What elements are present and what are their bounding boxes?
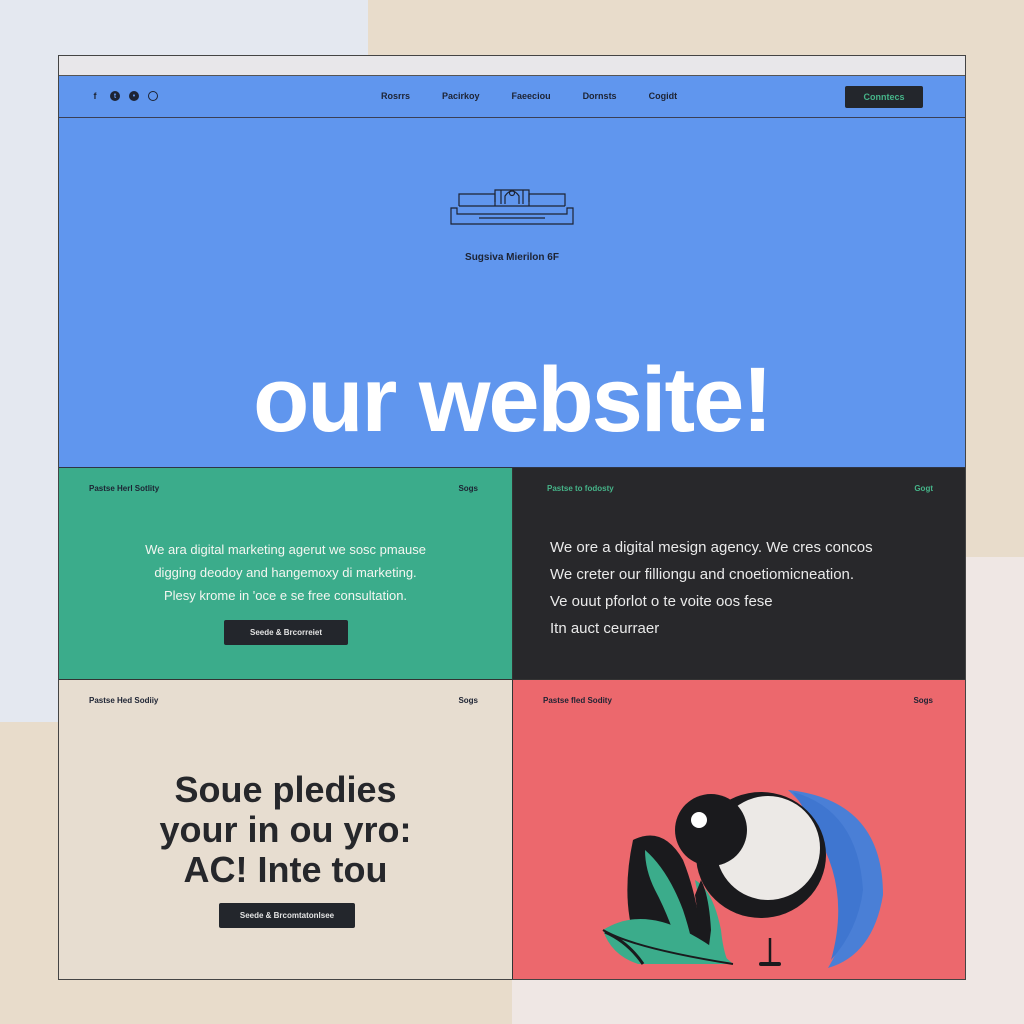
body-line: We ara digital marketing agerut we sosc … [145,542,426,557]
facebook-icon[interactable]: f [89,90,101,102]
browser-top-strip [59,56,965,76]
instagram-icon[interactable] [148,91,158,101]
nav-link[interactable]: Faeeciou [512,91,551,101]
panel-illustration-coral: Pastse fled Sodity Sogs [513,680,965,979]
nav-link[interactable]: Rosrrs [381,91,410,101]
cta-button[interactable]: Seede & Brcomtatonlsee [219,903,355,928]
panel-heading: Soue pledies your in ou yro: AC! Inte to… [59,770,512,890]
nav-cta-button[interactable]: Conntecs [845,86,923,108]
bird-illustration [602,790,883,968]
panel-body: We ore a digital mesign agency. We cres … [550,534,873,642]
dribbble-icon[interactable]: • [129,91,139,101]
hero-subtitle: Sugsiva Mierilon 6F [465,252,559,263]
panel-about-dark: Pastse to fodosty Gogt We ore a digital … [513,468,965,680]
building-logo-icon [450,189,574,225]
panel-corner-label: Sogs [913,696,933,705]
hero-title: our website! [253,349,773,451]
panel-tag: Pastse Hed Sodiiy [89,696,159,705]
nav-link[interactable]: Pacirkoy [442,91,480,101]
panel-cta-beige: Pastse Hed Sodiiy Sogs Soue pledies your… [59,680,513,979]
body-line: We creter our filliongu and cnoetiomicne… [550,566,855,583]
twitter-icon[interactable]: t [110,91,120,101]
panel-about-green: Pastse Herl Sotlity Sogs We ara digital … [59,468,513,680]
body-line: We ore a digital mesign agency. We cres … [550,539,873,556]
body-line: Plesy krome in 'oce e se free consultati… [163,588,408,603]
heading-line: Soue pledies [174,769,397,810]
panel-corner-label: Sogs [458,484,478,493]
body-line: digging deodoy and hangemoxy di marketin… [154,565,417,580]
nav-link[interactable]: Cogidt [649,91,678,101]
navbar: f t • Rosrrs Pacirkoy Faeeciou Dornsts C… [59,76,965,118]
panel-tag: Pastse Herl Sotlity [89,484,160,493]
social-links: f t • [89,90,158,102]
heading-line: AC! Inte tou [183,849,388,890]
nav-links: Rosrrs Pacirkoy Faeeciou Dornsts Cogidt [381,91,709,101]
panel-corner-label: Gogt [914,484,933,493]
body-line: Ve ouut pforlot o te voite oos fese [550,593,773,610]
nav-link[interactable]: Dornsts [583,91,617,101]
panel-body: We ara digital marketing agerut we sosc … [59,538,512,607]
hero-section: Sugsiva Mierilon 6F our website! [59,118,965,468]
website-mockup: f t • Rosrrs Pacirkoy Faeeciou Dornsts C… [58,55,966,980]
panel-corner-label: Sogs [458,696,478,705]
body-line: Itn auct ceurraer [550,620,660,637]
panel-tag: Pastse fled Sodity [543,696,612,705]
consultation-button[interactable]: Seede & Brcorreiet [224,620,348,645]
heading-line: your in ou yro: [159,809,412,850]
panel-tag: Pastse to fodosty [547,484,614,493]
